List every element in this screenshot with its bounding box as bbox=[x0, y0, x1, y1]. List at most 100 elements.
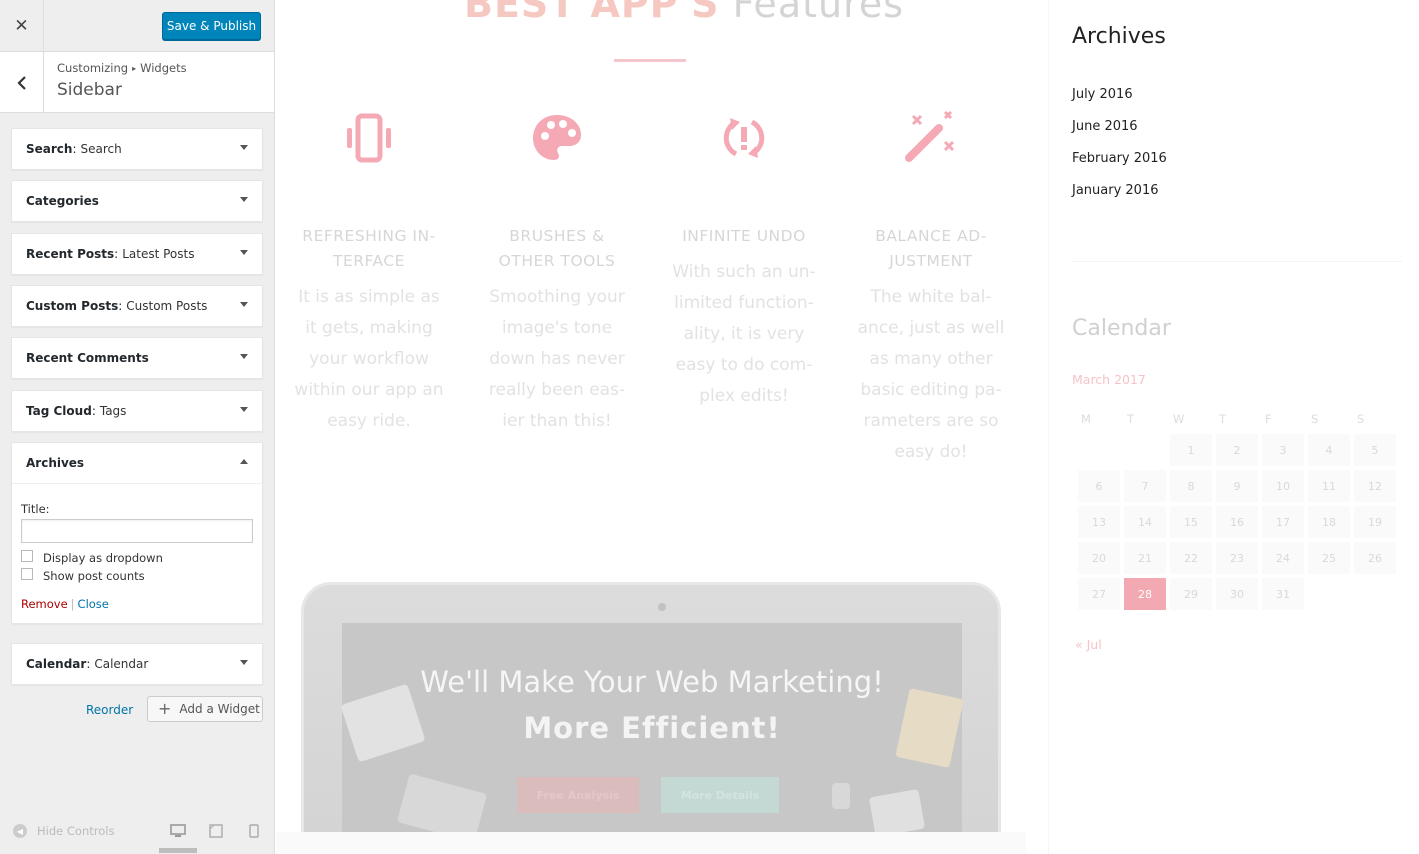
palette-icon bbox=[533, 115, 581, 160]
widget-header[interactable]: Custom Posts: Custom Posts bbox=[12, 286, 262, 326]
calendar-day[interactable]: 14 bbox=[1124, 506, 1166, 538]
close-link[interactable]: Close bbox=[78, 597, 109, 611]
calendar-day[interactable]: 30 bbox=[1216, 578, 1258, 610]
widget-recent-posts[interactable]: Recent Posts: Latest Posts bbox=[11, 233, 263, 275]
widget-archives-expanded[interactable]: Archives Title: Display as dropdown Show… bbox=[11, 442, 263, 624]
widget-header[interactable]: Recent Posts: Latest Posts bbox=[12, 234, 262, 274]
widget-recent-comments[interactable]: Recent Comments bbox=[11, 337, 263, 379]
calendar-day[interactable]: 16 bbox=[1216, 506, 1258, 538]
widget-header[interactable]: Categories bbox=[12, 181, 262, 221]
widget-name: Recent Comments bbox=[26, 351, 149, 365]
archive-link[interactable]: January 2016 bbox=[1072, 175, 1167, 207]
calendar-table: M T W T F S S 1 2 3 4 5 6 7 8 9 10 11 12 13 14 15 16 17 1… bbox=[1074, 404, 1400, 614]
calendar-day[interactable]: 31 bbox=[1262, 578, 1304, 610]
calendar-day[interactable]: 9 bbox=[1216, 470, 1258, 502]
expand-arrow-icon[interactable] bbox=[240, 407, 248, 412]
expand-arrow-icon[interactable] bbox=[240, 197, 248, 202]
calendar-week: 20 21 22 23 24 25 26 bbox=[1078, 542, 1396, 574]
feature-description: It is as simple as it gets, making your … bbox=[289, 282, 449, 437]
widget-calendar[interactable]: Calendar: Calendar bbox=[11, 643, 263, 685]
calendar-day[interactable]: 8 bbox=[1170, 470, 1212, 502]
breadcrumb: Customizing ▸ Widgets bbox=[57, 61, 187, 75]
calendar-day[interactable]: 5 bbox=[1354, 434, 1396, 466]
save-publish-button[interactable]: Save & Publish bbox=[162, 12, 261, 40]
calendar-day[interactable]: 25 bbox=[1308, 542, 1350, 574]
calendar-empty-cell bbox=[1354, 578, 1396, 610]
calendar-day[interactable]: 23 bbox=[1216, 542, 1258, 574]
widget-header[interactable]: Archives bbox=[12, 443, 262, 483]
calendar-day[interactable]: 1 bbox=[1170, 434, 1212, 466]
free-analysis-button[interactable]: Free Analysis bbox=[517, 777, 639, 813]
calendar-day[interactable]: 20 bbox=[1078, 542, 1120, 574]
calendar-day[interactable]: 22 bbox=[1170, 542, 1212, 574]
archive-link[interactable]: July 2016 bbox=[1072, 79, 1167, 111]
remove-link[interactable]: Remove bbox=[21, 597, 68, 611]
calendar-today[interactable]: 28 bbox=[1124, 578, 1166, 610]
expand-arrow-icon[interactable] bbox=[240, 660, 248, 665]
close-customizer-button[interactable]: ✕ bbox=[0, 0, 44, 52]
expand-arrow-icon[interactable] bbox=[240, 354, 248, 359]
calendar-day[interactable]: 2 bbox=[1216, 434, 1258, 466]
hide-controls-button[interactable]: ◀ Hide Controls bbox=[13, 824, 114, 838]
widget-header[interactable]: Calendar: Calendar bbox=[12, 644, 262, 684]
calendar-day[interactable]: 21 bbox=[1124, 542, 1166, 574]
archive-link[interactable]: February 2016 bbox=[1072, 143, 1167, 175]
laptop-heading: We'll Make Your Web Marketing! bbox=[420, 665, 884, 699]
dropdown-option[interactable]: Display as dropdown bbox=[21, 550, 253, 565]
widget-name: Tag Cloud bbox=[26, 404, 92, 418]
calendar-day[interactable]: 10 bbox=[1262, 470, 1304, 502]
mobile-preview-icon[interactable] bbox=[249, 824, 259, 842]
heading-bold: BEST APP'S bbox=[464, 0, 720, 26]
calendar-day[interactable]: 18 bbox=[1308, 506, 1350, 538]
feature-title-line1: BRUSHES & bbox=[509, 227, 605, 245]
post-counts-checkbox[interactable] bbox=[21, 568, 33, 580]
post-counts-option[interactable]: Show post counts bbox=[21, 568, 253, 583]
reorder-link[interactable]: Reorder bbox=[86, 703, 133, 717]
section-header: Customizing ▸ Widgets Sidebar bbox=[0, 52, 274, 113]
feature-title-line1: REFRESHING IN- bbox=[302, 227, 436, 245]
calendar-day[interactable]: 26 bbox=[1354, 542, 1396, 574]
widget-tag-cloud[interactable]: Tag Cloud: Tags bbox=[11, 390, 263, 432]
calendar-day[interactable]: 3 bbox=[1262, 434, 1304, 466]
calendar-day[interactable]: 15 bbox=[1170, 506, 1212, 538]
calendar-day[interactable]: 17 bbox=[1262, 506, 1304, 538]
widget-header[interactable]: Tag Cloud: Tags bbox=[12, 391, 262, 431]
calendar-day[interactable]: 19 bbox=[1354, 506, 1396, 538]
expand-arrow-icon[interactable] bbox=[240, 302, 248, 307]
site-preview[interactable]: BEST APP'S Features REFRESHING IN- TERFA… bbox=[276, 0, 1419, 854]
weekday: S bbox=[1357, 412, 1365, 426]
collapse-arrow-icon[interactable] bbox=[240, 459, 248, 464]
desktop-preview-icon[interactable] bbox=[170, 824, 186, 842]
back-button[interactable] bbox=[0, 52, 44, 113]
widget-search[interactable]: Search: Search bbox=[11, 128, 263, 170]
calendar-day[interactable]: 4 bbox=[1308, 434, 1350, 466]
calendar-day[interactable]: 12 bbox=[1354, 470, 1396, 502]
preview-bottom-strip bbox=[276, 832, 1026, 854]
expand-arrow-icon[interactable] bbox=[240, 145, 248, 150]
more-details-button[interactable]: More Details bbox=[661, 777, 779, 813]
calendar-day[interactable]: 29 bbox=[1170, 578, 1212, 610]
calendar-day[interactable]: 11 bbox=[1308, 470, 1350, 502]
calendar-day[interactable]: 7 bbox=[1124, 470, 1166, 502]
title-input[interactable] bbox=[21, 519, 253, 543]
desc-line: easy do! bbox=[894, 442, 968, 462]
archive-link[interactable]: June 2016 bbox=[1072, 111, 1167, 143]
add-widget-button[interactable]: + Add a Widget bbox=[147, 696, 263, 722]
desc-line: ier than this! bbox=[502, 411, 612, 431]
feature-title-line1: BALANCE AD- bbox=[875, 227, 987, 245]
calendar-day[interactable]: 24 bbox=[1262, 542, 1304, 574]
calendar-day[interactable]: 6 bbox=[1078, 470, 1120, 502]
widget-title: Custom Posts bbox=[126, 299, 208, 313]
calendar-day[interactable]: 13 bbox=[1078, 506, 1120, 538]
widget-header[interactable]: Search: Search bbox=[12, 129, 262, 169]
widget-categories[interactable]: Categories bbox=[11, 180, 263, 222]
dropdown-checkbox[interactable] bbox=[21, 550, 33, 562]
expand-arrow-icon[interactable] bbox=[240, 250, 248, 255]
calendar-prev-link[interactable]: « Jul bbox=[1075, 637, 1102, 652]
widget-colon: : bbox=[91, 404, 96, 418]
widget-header[interactable]: Recent Comments bbox=[12, 338, 262, 378]
calendar-day[interactable]: 27 bbox=[1078, 578, 1120, 610]
widget-colon: : bbox=[118, 299, 123, 313]
tablet-preview-icon[interactable] bbox=[209, 824, 223, 842]
widget-custom-posts[interactable]: Custom Posts: Custom Posts bbox=[11, 285, 263, 327]
